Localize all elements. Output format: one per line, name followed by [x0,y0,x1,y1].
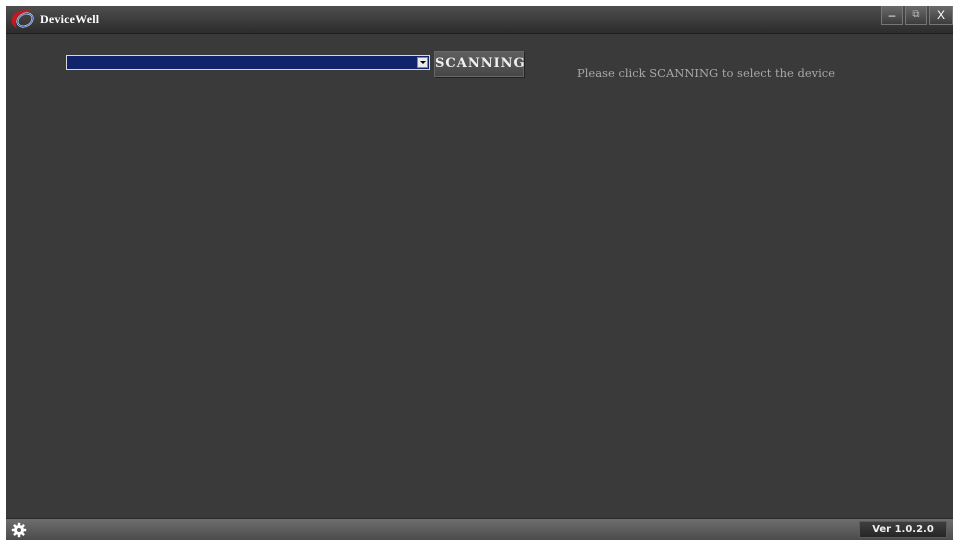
app-window: DeviceWell – ⧉ X SCANNING Please click S… [6,6,953,540]
minimize-button[interactable]: – [881,6,903,25]
version-label: Ver 1.0.2.0 [859,521,947,538]
instruction-text: Please click SCANNING to select the devi… [577,66,836,80]
app-logo-icon [11,10,34,28]
chevron-down-icon[interactable] [417,57,428,68]
status-bar: Ver 1.0.2.0 [6,518,953,540]
title-bar[interactable]: DeviceWell – ⧉ X [6,6,953,34]
window-controls: – ⧉ X [879,6,953,27]
close-button[interactable]: X [929,6,953,25]
gear-icon[interactable] [11,522,27,538]
device-select[interactable] [66,55,430,70]
maximize-button[interactable]: ⧉ [905,6,927,25]
app-title: DeviceWell [40,12,100,26]
scanning-button[interactable]: SCANNING [434,51,525,77]
